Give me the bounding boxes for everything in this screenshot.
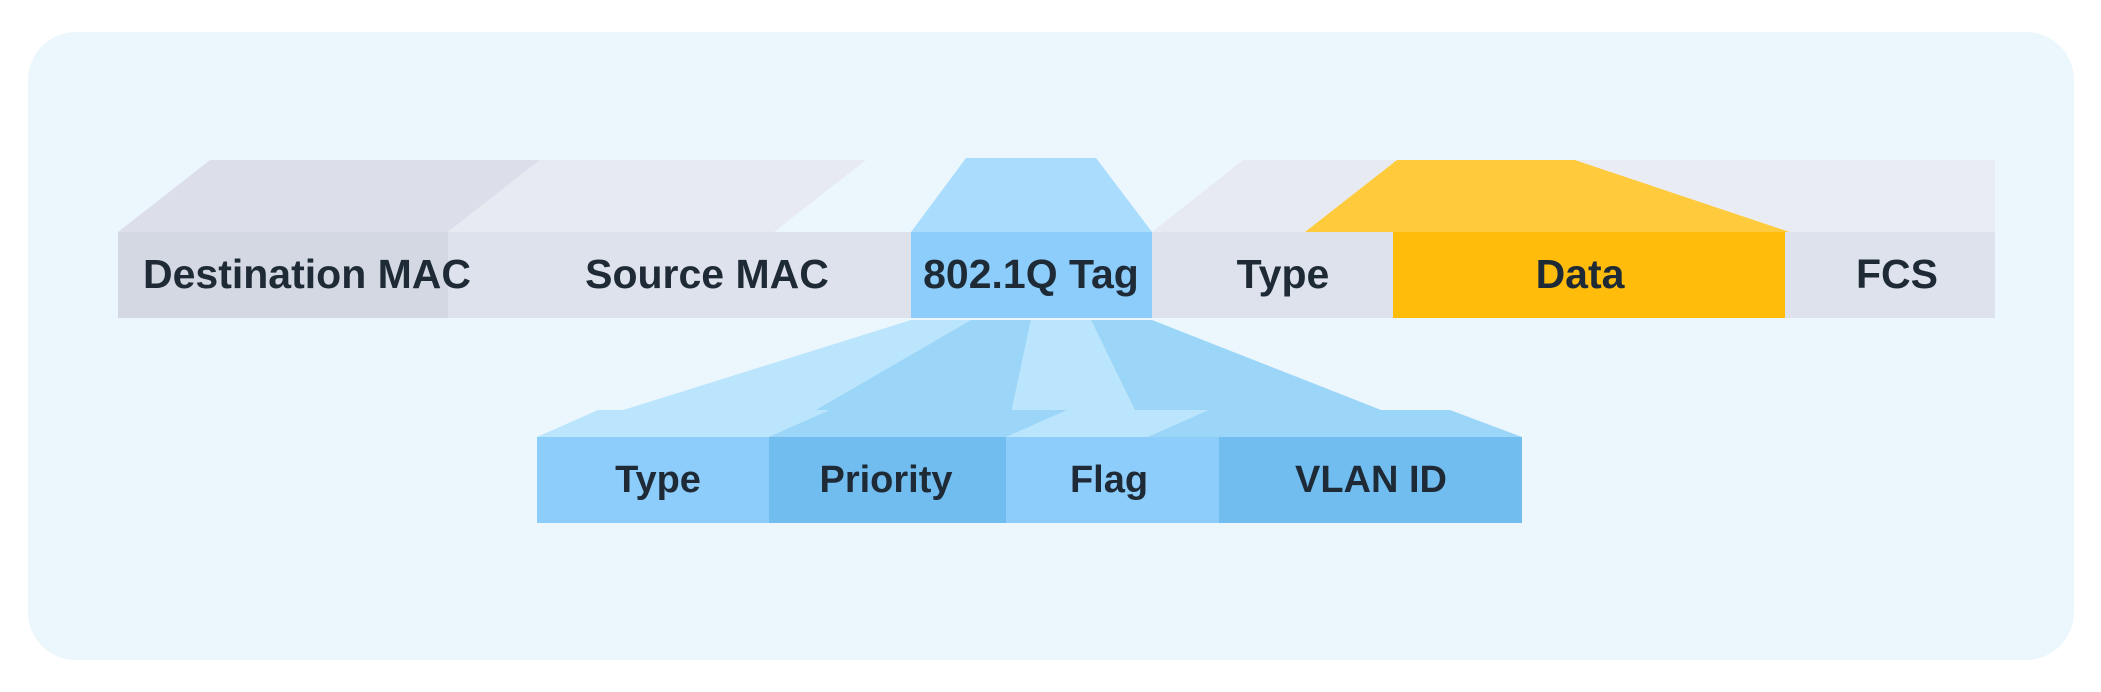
tag-detail-top-faces	[537, 410, 1522, 437]
frame-top-faces	[118, 158, 1995, 232]
label-sub-priority: Priority	[819, 459, 952, 501]
label-type: Type	[1237, 251, 1330, 297]
label-fcs: FCS	[1856, 251, 1938, 297]
label-sub-flag: Flag	[1070, 459, 1148, 501]
label-destination-mac: Destination MAC	[143, 251, 471, 297]
label-sub-vlan-id: VLAN ID	[1295, 459, 1447, 501]
diagram-stage: Destination MAC Source MAC 802.1Q Tag Ty…	[0, 0, 2101, 692]
label-source-mac: Source MAC	[585, 251, 829, 297]
label-data: Data	[1536, 251, 1626, 297]
label-sub-type: Type	[615, 459, 701, 501]
top-face-sub-vlan-id	[1148, 410, 1522, 437]
label-8021q-tag: 802.1Q Tag	[923, 251, 1139, 297]
top-face-8021q-tag	[911, 158, 1152, 232]
packet-structure-diagram: Destination MAC Source MAC 802.1Q Tag Ty…	[118, 158, 1995, 523]
